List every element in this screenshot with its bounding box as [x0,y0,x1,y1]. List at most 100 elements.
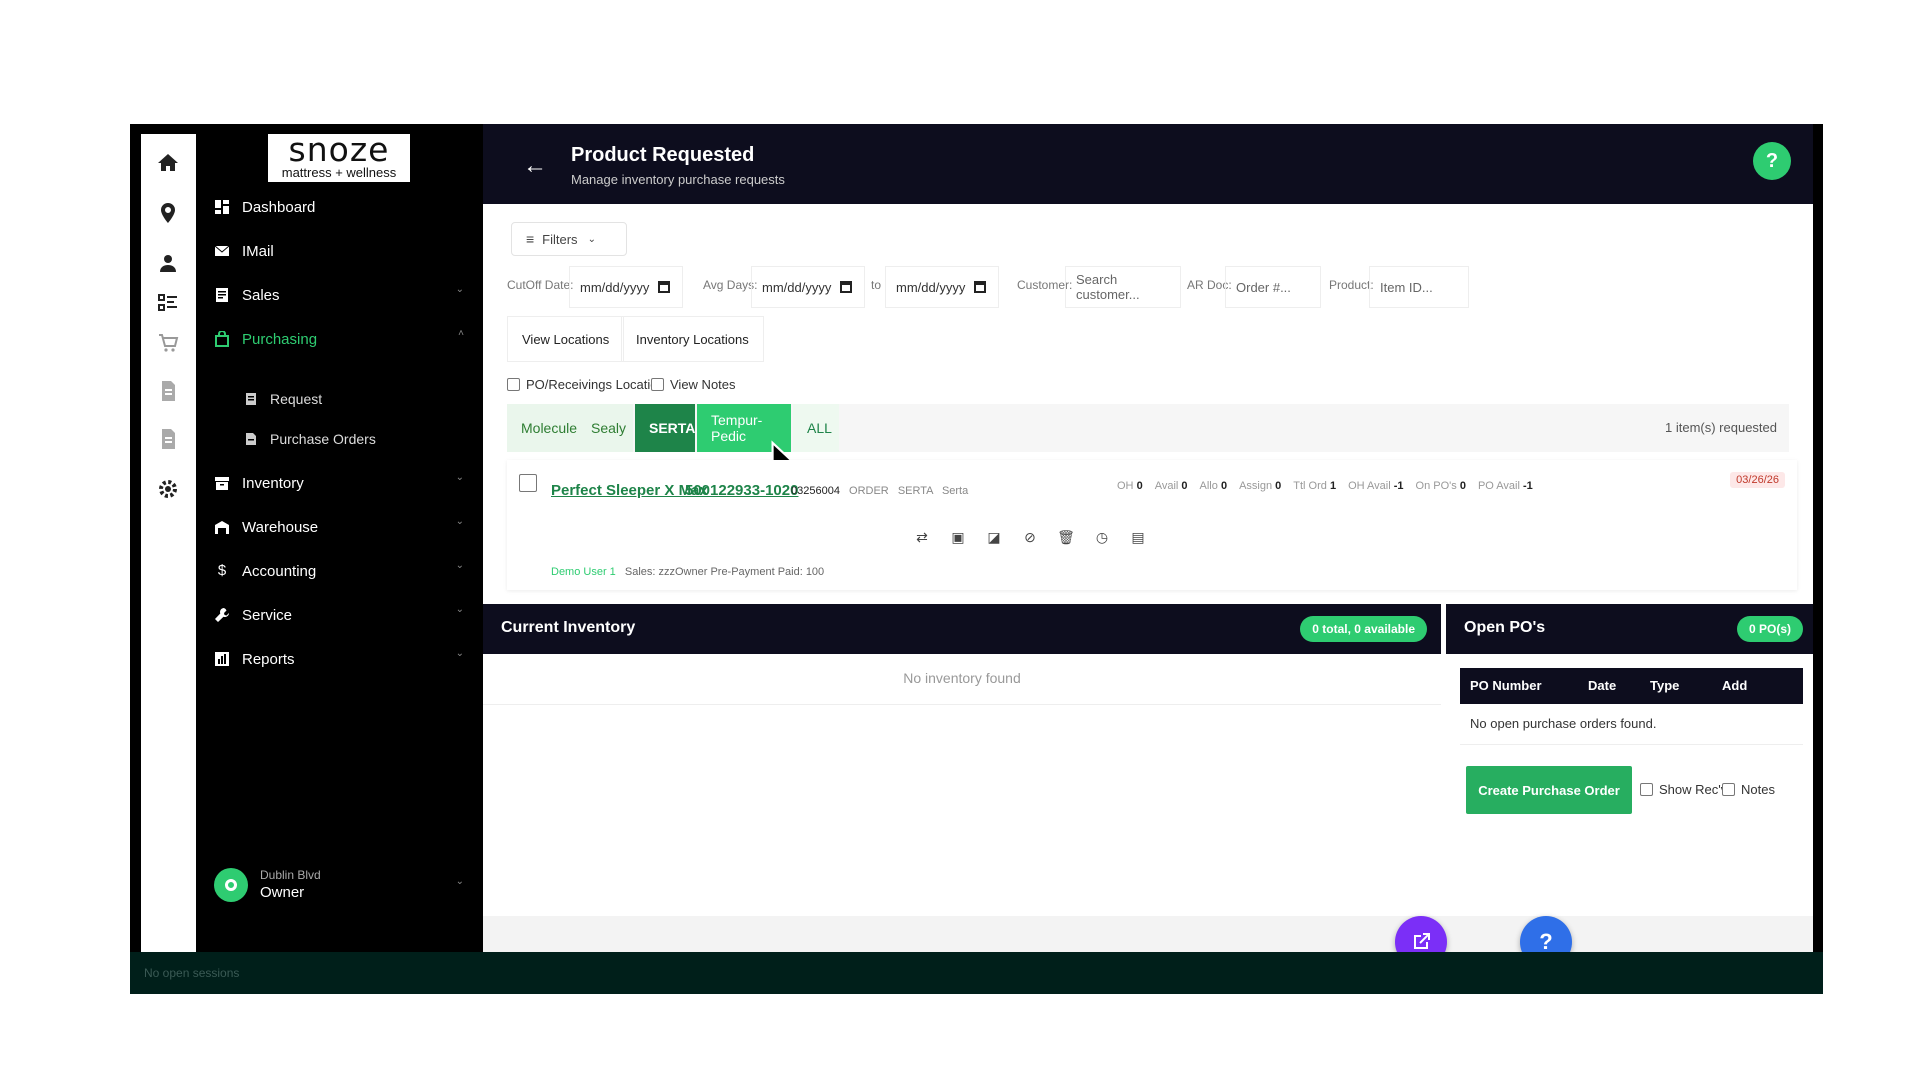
brand-logo[interactable]: snoze mattress + wellness [268,133,410,182]
stat-oh: OH 0 [1117,480,1143,492]
sidebar-item-warehouse[interactable]: Warehouse ⌄ [214,514,464,540]
filter-icon: ≡ [526,231,535,247]
product-input[interactable]: Item ID... [1369,266,1469,308]
sidebar-item-purchasing[interactable]: Purchasing ˄ [214,326,464,352]
sidebar-item-reports[interactable]: Reports ⌄ [214,646,464,672]
brand-tabs: Molecule Sealy SERTA Tempur-Pedic ALL 1 … [507,404,1789,452]
calendar-icon [974,281,986,293]
home-icon[interactable] [151,146,185,180]
sidebar-subitem-purchase-orders[interactable]: Purchase Orders [244,428,376,450]
request-icon [246,393,256,405]
sidebar-item-label: Inventory [242,474,304,492]
filter-row: CutOff Date: mm/dd/yyyy Avg Days: mm/dd/… [507,262,1789,310]
sidebar-item-label: Dashboard [242,198,316,216]
chevron-icon: ⌄ [455,648,464,659]
chevron-icon: ⌄ [455,604,464,615]
show-recv-label: Show Rec'v [1659,782,1728,797]
wrench-icon [215,608,229,622]
stat-assign: Assign 0 [1239,480,1282,492]
avg-to-input[interactable]: mm/dd/yyyy [885,266,999,308]
sidebar-item-label: Purchasing [242,330,318,348]
divider [483,704,1441,705]
open-po-panel: Open PO's 0 PO(s) PO Number Date Type Ad… [1446,604,1813,952]
chevron-icon: ⌄ [455,876,464,887]
checkbox[interactable] [507,377,520,391]
dollar-icon: $ [217,562,227,579]
tab-molecule[interactable]: Molecule [507,404,577,452]
sidebar-item-accounting[interactable]: $ Accounting ⌄ [214,558,464,584]
status-text: No open sessions [144,966,240,980]
create-purchase-order-button[interactable]: Create Purchase Order [1466,766,1632,814]
product-label: Product: [1329,278,1374,292]
help-button[interactable]: ? [1753,142,1791,180]
tab-all[interactable]: ALL [793,404,839,452]
back-arrow-icon[interactable]: ← [523,152,547,180]
cutoff-date-input[interactable]: mm/dd/yyyy [569,266,683,308]
app-frame: snoze mattress + wellness Dashboard IMai… [130,124,1823,994]
inventory-locations-button[interactable]: Inventory Locations [621,316,764,362]
sidebar-item-dashboard[interactable]: Dashboard [214,194,464,220]
checkbox[interactable] [1722,783,1735,796]
clock-icon[interactable]: ◷ [1091,526,1113,548]
tab-serta[interactable]: SERTA [635,404,695,452]
inventory-empty-text: No inventory found [903,670,1021,686]
po-panel-header: Open PO's 0 PO(s) [1446,604,1813,654]
swap-icon[interactable]: ⇄ [911,526,933,548]
sidebar-item-label: Service [242,606,293,624]
po-receiving-checkbox[interactable]: PO/Receivings Location [507,374,665,394]
tab-sealy[interactable]: Sealy [577,404,633,452]
customer-search-input[interactable]: Search customer... [1065,266,1181,308]
sidebar-subitem-request[interactable]: Request [244,388,322,410]
chevron-icon: ⌄ [455,560,464,571]
col-add: Add [1722,678,1748,693]
stat-ttl-ord: Ttl Ord 1 [1293,480,1337,492]
clipboard-icon[interactable]: ▤ [1127,526,1149,548]
po-table-header: PO Number Date Type Add [1460,668,1803,704]
item-checkbox[interactable] [519,474,537,492]
gear-icon[interactable] [151,472,185,506]
note-user[interactable]: Demo User 1 [551,566,616,578]
sidebar-item-service[interactable]: Service ⌄ [214,602,464,628]
block-icon[interactable]: ⊘ [1019,526,1041,548]
user-menu[interactable]: Dublin Blvd Owner ⌄ [214,864,464,904]
sidebar-item-sales[interactable]: Sales ⌄ [214,282,464,308]
chevron-up-icon: ˄ [458,328,464,339]
inventory-panel-header: Current Inventory 0 total, 0 available [483,604,1441,654]
ar-doc-input[interactable]: Order #... [1225,266,1321,308]
filters-label: Filters [542,231,578,247]
checklist-icon[interactable] [151,286,185,320]
show-recv-checkbox[interactable]: Show Rec'v [1640,782,1727,797]
item-sku-link[interactable]: 500122933-1020 [685,482,798,499]
video-icon[interactable]: ▣ [947,526,969,548]
inventory-title: Current Inventory [501,619,636,636]
dashboard-icon [215,200,229,214]
image-icon[interactable]: ◪ [983,526,1005,548]
view-notes-checkbox[interactable]: View Notes [651,374,736,394]
sidebar-item-inventory[interactable]: Inventory ⌄ [214,470,464,496]
chart-icon [215,652,229,666]
view-locations-button[interactable]: View Locations [507,316,625,362]
avg-from-input[interactable]: mm/dd/yyyy [751,266,865,308]
trash-icon[interactable]: 🗑 [1055,526,1077,548]
calendar-icon [840,281,852,293]
checkbox[interactable] [1640,783,1653,796]
document-2-icon[interactable] [151,422,185,456]
user-icon[interactable] [151,246,185,280]
cart-icon[interactable] [151,326,185,360]
cutoff-label: CutOff Date: [507,278,574,292]
checkbox[interactable] [651,377,664,391]
document-icon[interactable] [151,374,185,408]
filters-button[interactable]: ≡ Filters ⌄ [511,222,627,256]
location-pin-icon[interactable] [151,196,185,230]
sidebar-item-label: Accounting [242,562,317,580]
brand-tagline: mattress + wellness [281,165,397,180]
warehouse-icon [215,521,229,534]
notes-checkbox[interactable]: Notes [1722,782,1775,797]
page-subtitle: Manage inventory purchase requests [571,172,785,187]
item-brand: Serta [941,485,969,497]
open-po-title: Open PO's [1464,619,1546,636]
sidebar-item-imail[interactable]: IMail [214,238,464,264]
sidebar: snoze mattress + wellness Dashboard IMai… [196,124,483,952]
request-count: 1 item(s) requested [1665,420,1777,435]
avg-from-value: mm/dd/yyyy [762,279,832,295]
